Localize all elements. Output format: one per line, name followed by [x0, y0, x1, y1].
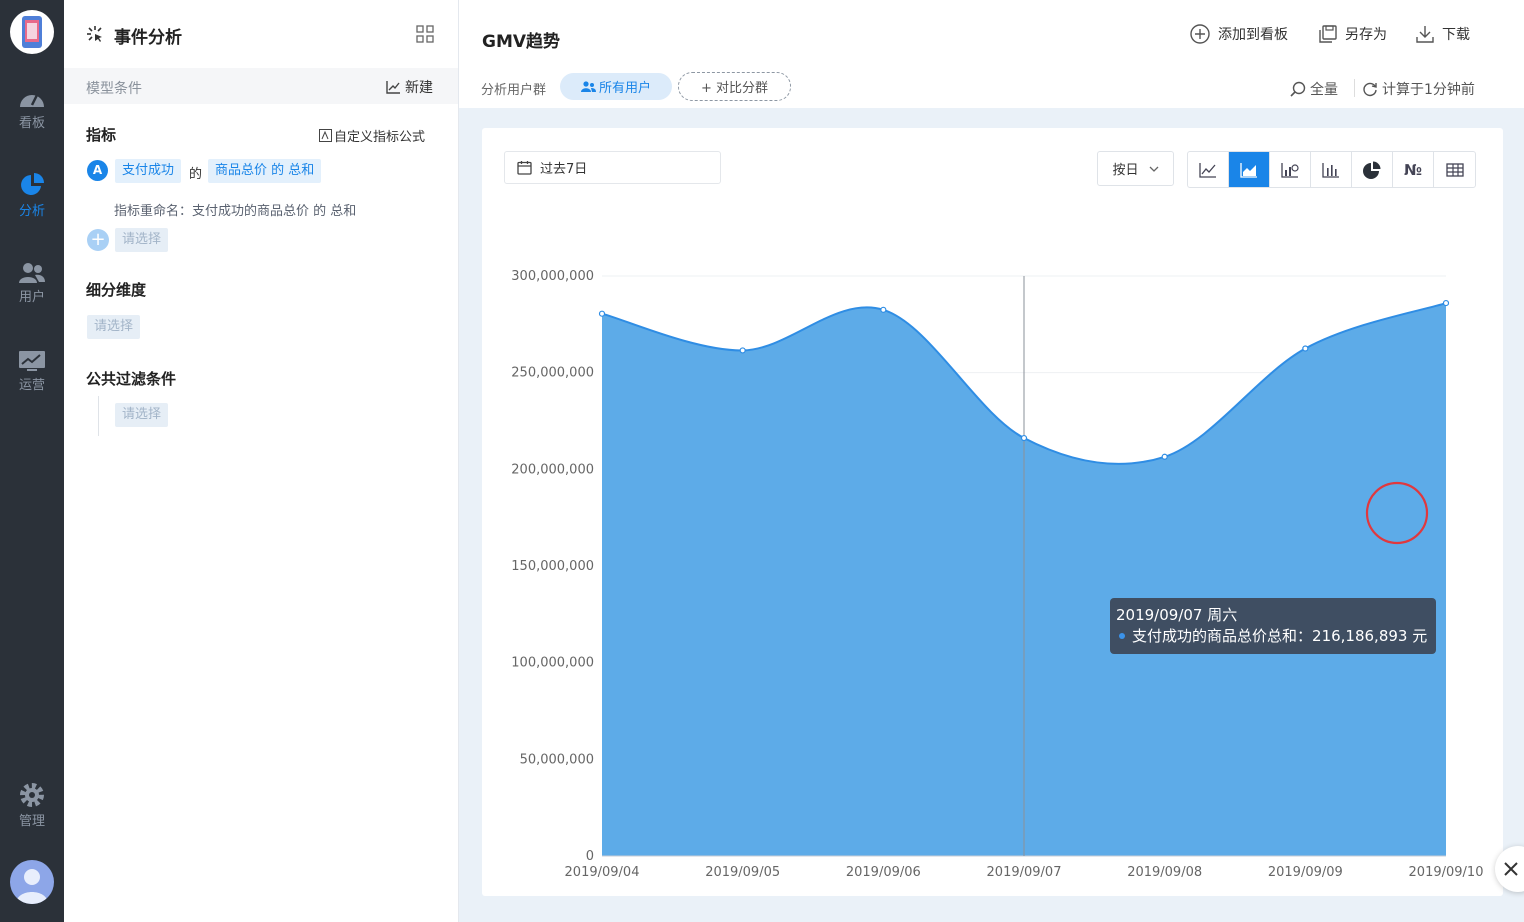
meta-divider — [1354, 79, 1355, 97]
model-conditions-bar: 模型条件 新建 — [64, 68, 458, 104]
refresh-icon — [1363, 82, 1377, 97]
y-tick-label: 100,000,000 — [511, 656, 594, 671]
x-tick-label: 2019/09/06 — [846, 865, 921, 880]
x-tick-label: 2019/09/08 — [1127, 865, 1202, 880]
phone-logo-icon — [22, 16, 42, 48]
save-as-label: 另存为 — [1345, 27, 1387, 43]
y-tick-label: 50,000,000 — [520, 752, 594, 767]
x-tick-label: 2019/09/09 — [1268, 865, 1343, 880]
save-copy-icon — [1319, 25, 1337, 43]
report-main: GMV趋势 添加到看板 另存为 下载 分析用户群 所有用户 + 对比分群 全量 … — [459, 0, 1524, 922]
data-point — [739, 347, 746, 354]
grid-icon[interactable] — [416, 25, 434, 43]
users-small-icon — [580, 80, 596, 92]
custom-formula-button[interactable]: 自定义指标公式 — [319, 126, 425, 145]
y-tick-label: 0 — [586, 849, 594, 864]
panel-header: 事件分析 — [64, 0, 458, 68]
segment-value: 所有用户 — [598, 81, 651, 96]
filter-select[interactable]: 请选择 — [115, 403, 169, 427]
dashboard-icon — [20, 94, 44, 107]
monitor-chart-icon — [19, 351, 45, 371]
nav-item-dashboard[interactable]: 看板 — [0, 88, 64, 131]
compare-segment-button[interactable]: + 对比分群 — [678, 72, 791, 101]
user-avatar-icon — [16, 869, 48, 904]
y-tick-label: 150,000,000 — [511, 559, 594, 574]
panel-title: 事件分析 — [114, 28, 182, 48]
tooltip-date: 2019/09/07 周六 — [1116, 606, 1238, 624]
breakdown-title: 细分维度 — [86, 281, 147, 299]
model-conditions-label: 模型条件 — [86, 81, 142, 97]
segment-selector[interactable]: 所有用户 — [560, 73, 672, 100]
breakdown-select[interactable]: 请选择 — [87, 315, 141, 339]
metric-badge: A — [87, 160, 108, 181]
y-tick-label: 200,000,000 — [511, 462, 594, 477]
nav-rail: 看板 分析 用户 运营 管理 — [0, 0, 64, 922]
x-tick-label: 2019/09/05 — [705, 865, 780, 880]
gear-icon — [20, 783, 44, 807]
custom-formula-label: 自定义指标公式 — [334, 130, 426, 145]
metric-event-select[interactable]: 支付成功 — [115, 159, 182, 183]
sampling-label: 全量 — [1310, 82, 1338, 98]
nav-item-label: 运营 — [18, 378, 45, 393]
download-icon — [1416, 26, 1434, 43]
metric-property-select[interactable]: 商品总价 的 总和 — [208, 159, 322, 183]
tooltip-series-dot — [1119, 633, 1125, 639]
new-chart-icon — [386, 81, 400, 94]
tooltip-row: 支付成功的商品总价总和 ： 216,186,893 元 — [1116, 625, 1430, 647]
tooltip-series-label: 支付成功的商品总价总和 — [1132, 627, 1298, 645]
nav-item-operations[interactable]: 运营 — [0, 350, 64, 393]
nav-item-users[interactable]: 用户 — [0, 262, 64, 305]
close-icon — [1504, 862, 1518, 876]
filter-title: 公共过滤条件 — [86, 370, 177, 388]
plus-circle-icon — [1190, 24, 1210, 44]
metrics-title: 指标 — [86, 126, 117, 144]
add-to-board-label: 添加到看板 — [1218, 27, 1288, 43]
add-metric-button[interactable]: + — [87, 229, 109, 251]
data-point — [1442, 299, 1450, 307]
avatar[interactable] — [10, 860, 54, 904]
tooltip-value: 216,186,893 元 — [1312, 627, 1428, 645]
report-title: GMV趋势 — [482, 32, 561, 52]
data-point — [1020, 434, 1028, 442]
analysis-config-panel: 事件分析 模型条件 新建 指标 自定义指标公式 A 支付成功 的 商品总价 的 … — [64, 0, 459, 922]
download-button[interactable]: 下载 — [1416, 24, 1470, 44]
nav-item-label: 用户 — [18, 290, 45, 305]
add-metric-select[interactable]: 请选择 — [115, 228, 169, 252]
new-button[interactable]: 新建 — [386, 77, 433, 97]
users-icon — [19, 263, 45, 283]
click-burst-icon — [87, 26, 102, 42]
metric-connector: 的 — [189, 167, 203, 182]
gmv-area-chart[interactable]: 0 50,000,000 100,000,000 150,000,000 200,000… — [482, 128, 1503, 896]
data-point — [1161, 453, 1168, 460]
metric-rename[interactable]: 指标重命名：支付成功的商品总价 的 总和 — [114, 200, 356, 219]
chart-card: 过去7日 按日 № 0 50,000,000 100,000,000 150,0… — [482, 128, 1503, 896]
y-tick-label: 300,000,000 — [511, 269, 594, 284]
formula-icon — [319, 129, 332, 142]
computed-label: 计算于1分钟前 — [1382, 82, 1475, 98]
nav-item-label: 管理 — [18, 814, 45, 829]
data-point — [880, 306, 887, 313]
search-icon — [1290, 81, 1306, 97]
download-label: 下载 — [1442, 27, 1470, 43]
nav-item-manage[interactable]: 管理 — [0, 782, 64, 829]
chart-tooltip: 2019/09/07 周六 支付成功的商品总价总和 ： 216,186,893 … — [1110, 598, 1436, 654]
nav-item-label: 看板 — [18, 116, 45, 131]
y-tick-label: 250,000,000 — [511, 366, 594, 381]
add-to-board-button[interactable]: 添加到看板 — [1190, 24, 1288, 44]
save-as-button[interactable]: 另存为 — [1319, 24, 1387, 44]
nav-item-label: 分析 — [18, 204, 45, 219]
app-logo[interactable] — [10, 10, 54, 54]
nav-item-analysis[interactable]: 分析 — [0, 172, 64, 219]
sampling-toggle[interactable]: 全量 — [1290, 79, 1338, 99]
x-tick-label: 2019/09/10 — [1409, 865, 1484, 880]
x-tick-label: 2019/09/04 — [565, 865, 640, 880]
data-point — [1302, 345, 1309, 352]
segment-label: 分析用户群 — [481, 83, 547, 98]
data-point — [598, 310, 606, 317]
new-button-label: 新建 — [405, 80, 433, 96]
refresh-button[interactable]: 计算于1分钟前 — [1362, 79, 1475, 99]
pie-chart-icon — [21, 173, 44, 195]
x-tick-label: 2019/09/07 — [987, 865, 1062, 880]
filter-divider — [98, 396, 99, 436]
